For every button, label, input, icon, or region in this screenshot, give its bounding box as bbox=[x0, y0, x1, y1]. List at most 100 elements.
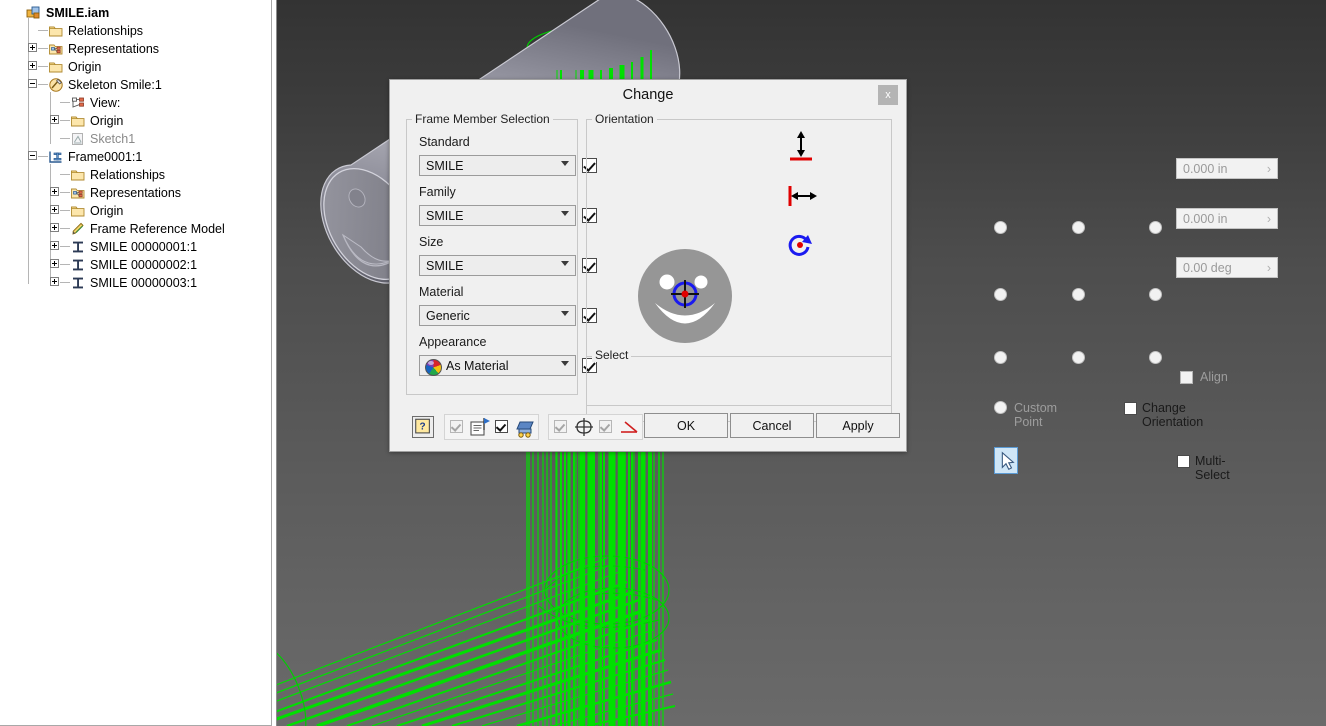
miter-angle-checkbox[interactable] bbox=[599, 420, 612, 433]
folder-icon bbox=[48, 23, 64, 39]
apply-button[interactable]: Apply bbox=[816, 413, 900, 438]
change-orientation-checkbox[interactable] bbox=[1124, 402, 1137, 415]
select-group bbox=[586, 356, 892, 406]
chevron-down-icon[interactable] bbox=[561, 210, 570, 219]
tree-item-relationships[interactable]: Relationships bbox=[48, 21, 143, 39]
orientation-radio-2[interactable] bbox=[1072, 221, 1085, 234]
tree-expand-icon[interactable] bbox=[50, 223, 59, 232]
tree-connector bbox=[60, 282, 70, 283]
change-dialog[interactable]: Change x Frame Member Selection Standard… bbox=[389, 79, 1278, 482]
ibeam-icon bbox=[70, 239, 86, 255]
model-browser-panel[interactable]: SMILE.iam Relationships Representations Ori… bbox=[0, 0, 277, 726]
rotation-angle-field[interactable]: 0.00 deg › bbox=[1176, 257, 1278, 278]
plotter-checkbox[interactable] bbox=[495, 420, 508, 433]
model-tree[interactable]: SMILE.iam Relationships Representations Ori… bbox=[0, 0, 272, 726]
properties-flag-checkbox[interactable] bbox=[450, 420, 463, 433]
rotation-angle-icon bbox=[788, 234, 812, 256]
custom-point-radio[interactable] bbox=[994, 401, 1007, 414]
tree-item-label: Relationships bbox=[68, 23, 144, 38]
folder-icon bbox=[70, 203, 86, 219]
arrow-cursor-button[interactable] bbox=[994, 447, 1018, 474]
chevron-down-icon[interactable] bbox=[561, 310, 570, 319]
ok-button[interactable]: OK bbox=[644, 413, 728, 438]
tree-expand-icon[interactable] bbox=[28, 43, 37, 52]
tree-item-origin[interactable]: Origin bbox=[70, 111, 123, 129]
properties-flag-icon[interactable] bbox=[469, 416, 491, 438]
orientation-radio-1[interactable] bbox=[994, 221, 1007, 234]
tree-item-representations[interactable]: Representations bbox=[70, 183, 181, 201]
align-checkbox[interactable] bbox=[1180, 371, 1193, 384]
miter-angle-icon[interactable] bbox=[618, 416, 640, 438]
tree-item-sketch1[interactable]: Sketch1 bbox=[70, 129, 135, 147]
tree-expand-icon[interactable] bbox=[50, 187, 59, 196]
rotation-angle-expand-icon[interactable]: › bbox=[1267, 260, 1271, 277]
plotter-icon[interactable] bbox=[514, 416, 536, 438]
tree-expand-icon[interactable] bbox=[50, 277, 59, 286]
tree-expand-icon[interactable] bbox=[50, 115, 59, 124]
tree-connector bbox=[38, 30, 48, 31]
orientation-radio-4[interactable] bbox=[994, 288, 1007, 301]
vertical-offset-expand-icon[interactable]: › bbox=[1267, 161, 1271, 178]
dialog-title: Change bbox=[622, 87, 674, 103]
tree-expand-icon[interactable] bbox=[28, 61, 37, 70]
tree-item-skeleton-smile-1[interactable]: Skeleton Smile:1 bbox=[48, 75, 162, 93]
sketch-icon bbox=[70, 131, 86, 147]
material-dropdown[interactable]: Generic bbox=[419, 305, 576, 326]
tree-item-origin[interactable]: Origin bbox=[48, 57, 101, 75]
vertical-offset-field[interactable]: 0.000 in › bbox=[1176, 158, 1278, 179]
folder-icon bbox=[70, 113, 86, 129]
tree-item-frame0001-1[interactable]: Frame0001:1 bbox=[48, 147, 142, 165]
tree-item-relationships[interactable]: Relationships bbox=[70, 165, 165, 183]
orientation-radio-5[interactable] bbox=[1072, 288, 1085, 301]
orientation-radio-6[interactable] bbox=[1149, 288, 1162, 301]
family-value: SMILE bbox=[426, 209, 464, 223]
view-icon bbox=[70, 95, 86, 111]
tree-item-label: View: bbox=[90, 95, 121, 110]
tree-collapse-icon[interactable] bbox=[28, 79, 37, 88]
chevron-down-icon[interactable] bbox=[561, 360, 570, 369]
tree-item-label: Sketch1 bbox=[90, 131, 136, 146]
chevron-down-icon[interactable] bbox=[561, 260, 570, 269]
tree-connector bbox=[60, 246, 70, 247]
assembly-icon bbox=[26, 5, 42, 21]
tree-item-smile-00000003-1[interactable]: SMILE 00000003:1 bbox=[70, 273, 197, 291]
tree-item-label: Skeleton Smile:1 bbox=[68, 77, 162, 92]
cancel-button-label: Cancel bbox=[752, 419, 792, 433]
orientation-radio-7[interactable] bbox=[994, 351, 1007, 364]
tree-item-smile-00000002-1[interactable]: SMILE 00000002:1 bbox=[70, 255, 197, 273]
horizontal-offset-field[interactable]: 0.000 in › bbox=[1176, 208, 1278, 229]
orientation-radio-3[interactable] bbox=[1149, 221, 1162, 234]
family-dropdown[interactable]: SMILE bbox=[419, 205, 576, 226]
tree-item-label: SMILE 00000001:1 bbox=[90, 239, 198, 254]
tree-item-label: Frame0001:1 bbox=[68, 149, 143, 164]
cancel-button[interactable]: Cancel bbox=[730, 413, 814, 438]
multi-select-label: Multi-Select bbox=[1195, 454, 1230, 482]
close-icon[interactable]: x bbox=[878, 85, 898, 105]
merge-icon[interactable] bbox=[573, 416, 595, 438]
tree-connector bbox=[38, 84, 48, 85]
multi-select-checkbox[interactable] bbox=[1177, 455, 1190, 468]
tree-item-representations[interactable]: Representations bbox=[48, 39, 159, 57]
tree-expand-icon[interactable] bbox=[50, 205, 59, 214]
orientation-radio-8[interactable] bbox=[1072, 351, 1085, 364]
tree-item-smile-00000001-1[interactable]: SMILE 00000001:1 bbox=[70, 237, 197, 255]
tree-item-view[interactable]: View: bbox=[70, 93, 120, 111]
horizontal-offset-expand-icon[interactable]: › bbox=[1267, 211, 1271, 228]
representations-icon bbox=[48, 41, 64, 57]
standard-dropdown[interactable]: SMILE bbox=[419, 155, 576, 176]
tree-connector bbox=[38, 48, 48, 49]
tree-expand-icon[interactable] bbox=[50, 259, 59, 268]
size-dropdown[interactable]: SMILE bbox=[419, 255, 576, 276]
tree-item-smile-iam[interactable]: SMILE.iam bbox=[26, 3, 109, 21]
help-button[interactable]: ? bbox=[412, 416, 434, 438]
tree-item-frame-reference-model[interactable]: Frame Reference Model bbox=[70, 219, 225, 237]
orientation-radio-9[interactable] bbox=[1149, 351, 1162, 364]
chevron-down-icon[interactable] bbox=[561, 160, 570, 169]
tree-collapse-icon[interactable] bbox=[28, 151, 37, 160]
appearance-dropdown[interactable]: As Material bbox=[419, 355, 576, 376]
merge-checkbox[interactable] bbox=[554, 420, 567, 433]
tree-expand-icon[interactable] bbox=[50, 241, 59, 250]
tree-item-origin[interactable]: Origin bbox=[70, 201, 123, 219]
tree-connector bbox=[38, 66, 48, 67]
tree-item-label: SMILE.iam bbox=[46, 5, 110, 20]
